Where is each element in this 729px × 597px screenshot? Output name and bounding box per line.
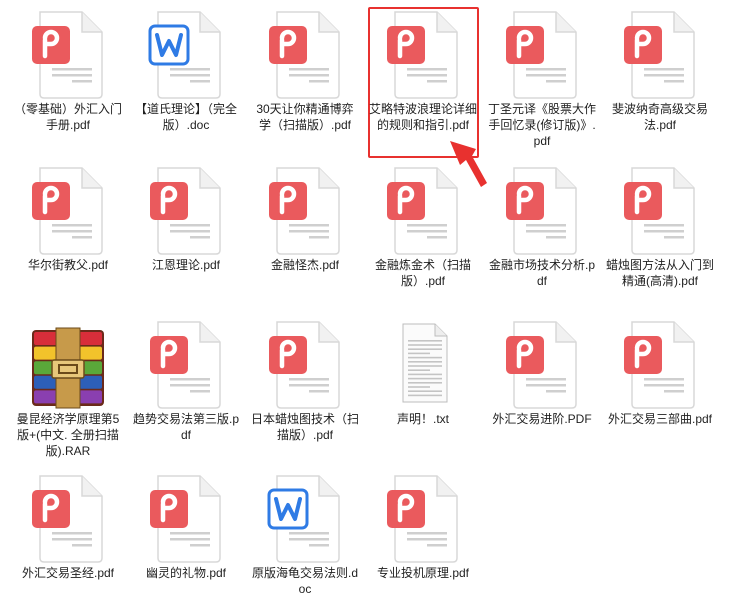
pdf-file-icon [26, 8, 110, 100]
pdf-file-icon [26, 472, 110, 564]
file-name-label: 外汇交易圣经.pdf [21, 566, 115, 580]
pdf-file-icon [500, 318, 584, 410]
pdf-file-icon [144, 164, 228, 256]
rar-file-icon [26, 318, 110, 410]
file-name-label: 趋势交易法第三版.pdf [132, 412, 239, 442]
file-name-label: 蜡烛图方法从入门到精通(高清).pdf [606, 258, 715, 288]
pdf-file-icon [144, 472, 228, 564]
pdf-file-icon [618, 318, 702, 410]
file-name-label: 艾略特波浪理论详细的规则和指引.pdf [369, 102, 478, 132]
pdf-file-icon [263, 164, 347, 256]
pdf-file-icon [263, 8, 347, 100]
pdf-file-icon [500, 8, 584, 100]
doc-file-icon [144, 8, 228, 100]
file-name-label: 华尔街教父.pdf [27, 258, 109, 272]
file-name-label: 金融怪杰.pdf [270, 258, 340, 272]
file-name-label: 原版海龟交易法则.doc [251, 566, 358, 596]
file-name-label: （零基础）外汇入门手册.pdf [14, 102, 123, 132]
pdf-file-icon [263, 318, 347, 410]
file-name-label: 日本蜡烛图技术（扫描版）.pdf [251, 412, 360, 442]
file-name-label: 30天让你精通博弈学（扫描版）.pdf [256, 102, 354, 132]
file-name-label: 【道氏理论】（完全版）.doc [134, 102, 237, 132]
pdf-file-icon [381, 8, 465, 100]
file-name-label: 外汇交易三部曲.pdf [607, 412, 713, 426]
file-name-label: 声明！.txt [396, 412, 449, 426]
pdf-file-icon [26, 164, 110, 256]
pdf-file-icon [381, 472, 465, 564]
file-name-label: 江恩理论.pdf [151, 258, 221, 272]
file-grid: （零基础）外汇入门手册.pdf 【道氏理论】（完全版）.doc 30天让你精通博弈学… [0, 0, 729, 597]
pdf-file-icon [618, 8, 702, 100]
pdf-file-icon [500, 164, 584, 256]
pdf-file-icon [618, 164, 702, 256]
doc-file-icon [263, 472, 347, 564]
file-name-label: 金融炼金术（扫描版）.pdf [374, 258, 471, 288]
pdf-file-icon [144, 318, 228, 410]
file-name-label: 曼昆经济学原理第5版+(中文. 全册扫描版).RAR [16, 412, 120, 458]
pdf-file-icon [381, 164, 465, 256]
file-name-label: 外汇交易进阶.PDF [492, 412, 592, 426]
file-name-label: 丁圣元译《股票大作手回忆录(修订版)》.pdf [488, 102, 597, 148]
file-name-label: 斐波纳奇高级交易法.pdf [611, 102, 708, 132]
txt-file-icon [381, 318, 465, 410]
file-name-label: 专业投机原理.pdf [376, 566, 470, 580]
file-name-label: 幽灵的礼物.pdf [145, 566, 227, 580]
file-name-label: 金融市场技术分析.pdf [488, 258, 595, 288]
